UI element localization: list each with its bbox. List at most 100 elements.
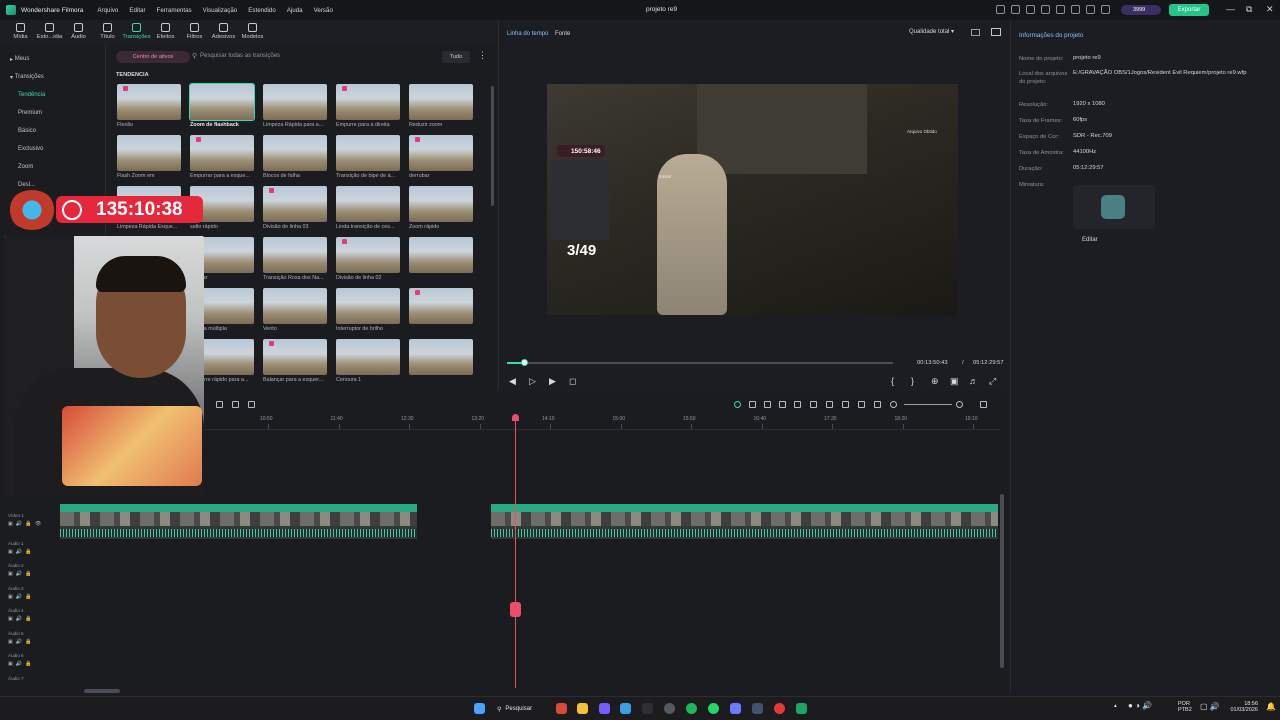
camera-icon[interactable]: ▣: [950, 376, 959, 387]
tab-source-view[interactable]: Fonte: [555, 31, 570, 37]
track-controls[interactable]: ▣🔊🔒: [8, 549, 35, 555]
tab-filters[interactable]: Filtros: [180, 20, 209, 46]
sidebar-item-tendencia[interactable]: Tendência: [0, 86, 105, 104]
export-button[interactable]: Exportar: [1169, 4, 1209, 16]
transition-tile[interactable]: Divisão de linha 03: [263, 186, 329, 231]
minimize-icon[interactable]: —: [1226, 4, 1235, 14]
asset-center-button[interactable]: Centro de ativos: [116, 51, 190, 63]
stop-icon[interactable]: ◻: [569, 376, 576, 387]
terminal-icon[interactable]: [642, 703, 653, 714]
spotify-icon[interactable]: [686, 703, 697, 714]
search-input[interactable]: Pesquisar todas as transições: [200, 53, 280, 59]
tab-title[interactable]: Título: [93, 20, 122, 46]
brave-icon[interactable]: [556, 703, 567, 714]
maximize-icon[interactable]: ⧉: [1246, 4, 1252, 15]
transition-tile[interactable]: Flash Zoom em: [117, 135, 183, 180]
sidebar-item-meus[interactable]: ▸ Meus: [0, 50, 105, 68]
gift-icon[interactable]: [1026, 5, 1035, 14]
transition-tile[interactable]: Blocos de falha: [263, 135, 329, 180]
grid-scrollbar[interactable]: [491, 86, 494, 206]
close-icon[interactable]: ✕: [1266, 4, 1274, 15]
transition-tile[interactable]: Zoom de flashback: [189, 83, 256, 129]
track-controls[interactable]: ▣🔊🔒: [8, 571, 35, 577]
ai-tool-icon[interactable]: [734, 401, 741, 408]
transition-tile[interactable]: Flexão: [117, 84, 183, 129]
mark-out-icon[interactable]: }: [911, 376, 914, 386]
menu-editar[interactable]: Editar: [129, 7, 145, 14]
menu-estendido[interactable]: Estendido: [248, 7, 276, 14]
track-controls[interactable]: ▣🔊🔒: [8, 594, 35, 600]
network-icon[interactable]: ▢ 🔊: [1200, 702, 1220, 711]
transition-tile[interactable]: Transição Roxa dos Na...: [263, 237, 329, 282]
play-back-icon[interactable]: ▷: [529, 376, 536, 387]
app-red-icon[interactable]: [774, 703, 785, 714]
menu-versao[interactable]: Versão: [314, 7, 333, 14]
thumbnail-preview[interactable]: [1073, 185, 1155, 229]
clock[interactable]: 18:56 01/03/2026: [1228, 701, 1258, 713]
transition-tile[interactable]: Divisão de linha 02: [336, 237, 402, 282]
transition-tile[interactable]: [409, 288, 475, 333]
mark-in-icon[interactable]: {: [891, 376, 894, 386]
message-icon[interactable]: [1041, 5, 1050, 14]
upload-icon[interactable]: [1011, 5, 1020, 14]
cloud-icon[interactable]: [1056, 5, 1065, 14]
transition-tile[interactable]: [409, 339, 475, 384]
notification-icon[interactable]: 🔔: [1266, 702, 1276, 711]
menu-arquivo[interactable]: Arquivo: [97, 7, 118, 14]
edit-thumbnail-button[interactable]: Editar: [1082, 237, 1098, 243]
snapshot-tool-icon[interactable]: [764, 401, 771, 408]
shield-icon[interactable]: [810, 401, 817, 408]
crop-icon[interactable]: [216, 401, 223, 408]
device-icon[interactable]: [996, 5, 1005, 14]
transition-tile[interactable]: Reduzir zoom: [409, 84, 475, 129]
tab-stock[interactable]: Esto...idia: [35, 20, 64, 46]
mixer-icon[interactable]: [842, 401, 849, 408]
zoom-slider[interactable]: [904, 404, 952, 405]
sidebar-item-transicoes[interactable]: ▾ Transições: [0, 68, 105, 86]
more-icon[interactable]: ⋮: [478, 50, 487, 61]
language-indicator[interactable]: POR PTB2: [1178, 701, 1192, 713]
fullscreen-icon[interactable]: ⤢: [989, 376, 996, 387]
avatar-icon[interactable]: [1101, 5, 1110, 14]
windows-start-icon[interactable]: [474, 703, 485, 714]
tab-media[interactable]: Mídia: [6, 20, 35, 46]
transition-tile[interactable]: Interruptor de brilho: [336, 288, 402, 333]
discord-icon[interactable]: [599, 703, 610, 714]
transition-tile[interactable]: Limpeza Rápida para a...: [263, 84, 329, 129]
tab-templates[interactable]: Modelos: [238, 20, 267, 46]
replace-icon[interactable]: [858, 401, 865, 408]
quality-dropdown[interactable]: Qualidade total ▾: [909, 28, 954, 35]
progress-knob[interactable]: [521, 359, 529, 366]
transition-tile[interactable]: derrubar: [409, 135, 475, 180]
playhead-handle[interactable]: [512, 414, 519, 421]
transition-tile[interactable]: Empurre para a direita: [336, 84, 402, 129]
track-controls[interactable]: ▣🔊🔒👁: [8, 521, 44, 527]
marker-icon[interactable]: [749, 401, 756, 408]
transition-tile[interactable]: Empurrar para a esque...: [190, 135, 256, 180]
menu-ajuda[interactable]: Ajuda: [287, 7, 303, 14]
sidebar-item-zoom[interactable]: Zoom: [0, 158, 105, 176]
obs-icon[interactable]: [664, 703, 675, 714]
filter-dropdown[interactable]: Tudo: [442, 51, 470, 63]
scissors-icon[interactable]: [510, 602, 521, 617]
whatsapp-icon[interactable]: [708, 703, 719, 714]
video-clip[interactable]: [60, 504, 417, 539]
taskbar-search[interactable]: ⚲ Pesquisar: [497, 701, 547, 717]
pip-icon[interactable]: [874, 401, 881, 408]
folder-icon[interactable]: [577, 703, 588, 714]
tab-timeline-view[interactable]: Linha do tempo: [507, 31, 548, 37]
track-controls[interactable]: ▣🔊🔒: [8, 639, 35, 645]
bell-icon[interactable]: [1071, 5, 1080, 14]
sidebar-item-premium[interactable]: Premium: [0, 104, 105, 122]
transition-tile[interactable]: Linda transição de ces...: [336, 186, 402, 231]
timeline-horizontal-scrollbar[interactable]: [84, 689, 120, 693]
video-clip[interactable]: re9: [491, 504, 998, 539]
audio-sync-icon[interactable]: [794, 401, 801, 408]
tray-app-icons[interactable]: ● ◑ 🔊: [1128, 701, 1152, 710]
prev-frame-icon[interactable]: ◀: [509, 376, 516, 387]
playhead[interactable]: [510, 414, 521, 688]
filmora-taskbar-icon[interactable]: [796, 703, 807, 714]
layout-icon[interactable]: [971, 29, 980, 36]
timeline-vertical-scrollbar[interactable]: [1000, 494, 1004, 668]
track-controls[interactable]: ▣🔊🔒: [8, 661, 35, 667]
